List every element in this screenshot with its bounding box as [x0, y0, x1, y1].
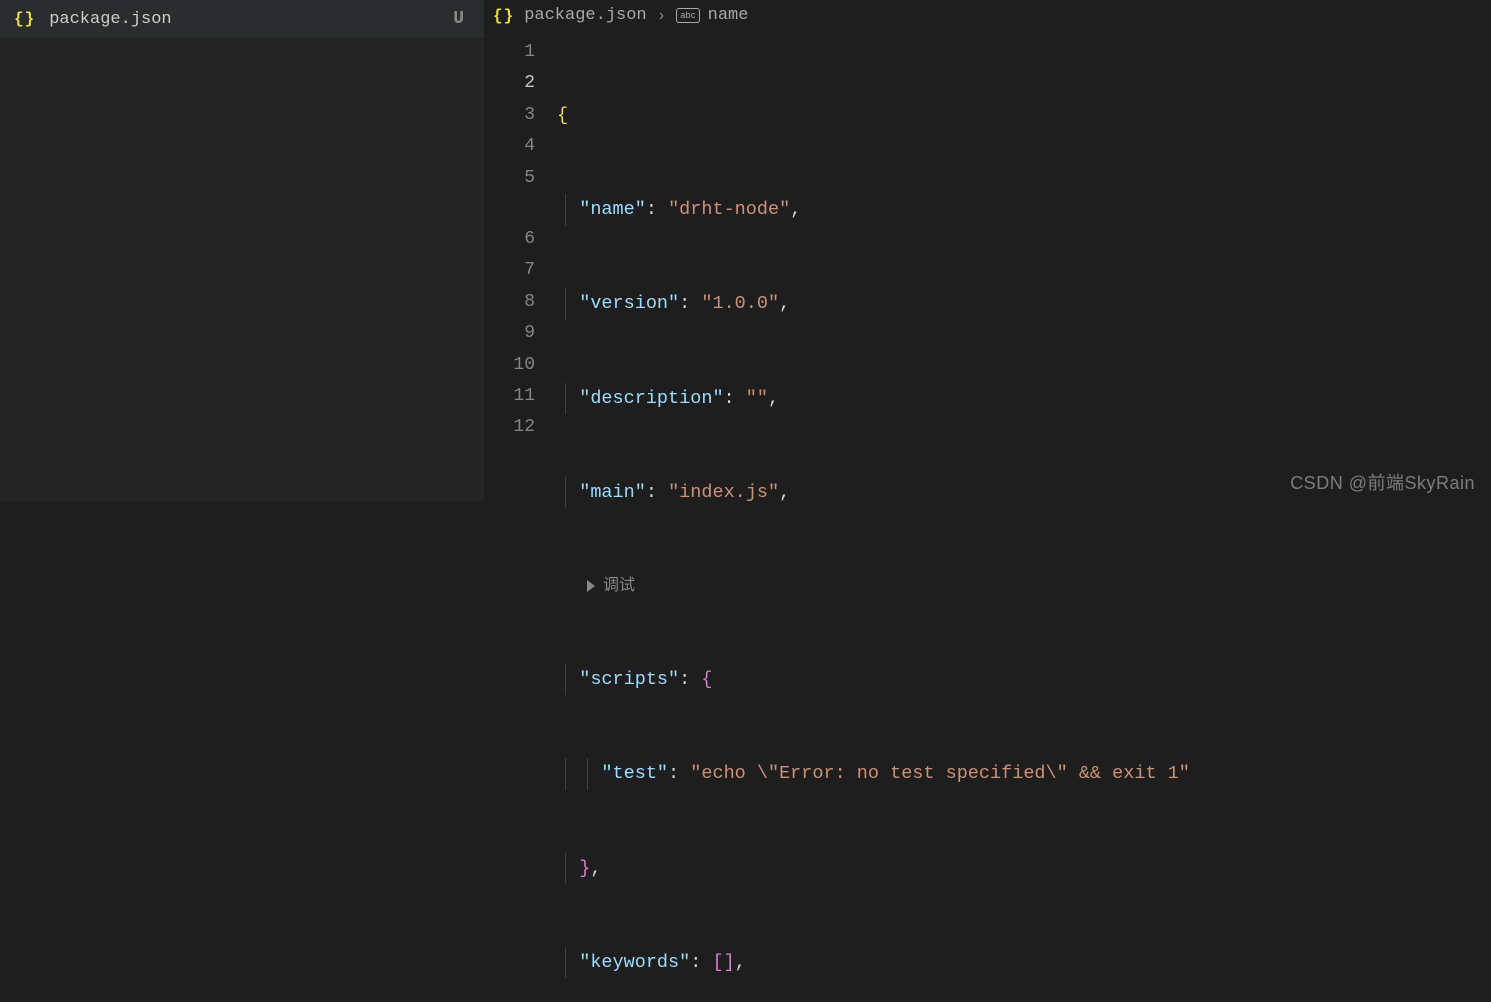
codelens-debug[interactable]: 调试: [557, 571, 1491, 601]
line-number: 5: [485, 163, 535, 194]
code-line[interactable]: "main": "index.js",: [557, 477, 1491, 508]
open-editor-file[interactable]: {} package.json U: [0, 0, 484, 38]
codelens-label: 调试: [603, 571, 635, 601]
line-number-gutter: 1 2 3 4 5 6 7 8 9 10 11 12: [485, 37, 557, 1002]
code-line[interactable]: "test": "echo \"Error: no test specified…: [557, 758, 1491, 789]
file-name: package.json: [49, 10, 453, 29]
code-line[interactable]: "keywords": [],: [557, 947, 1491, 978]
git-status-badge: U: [453, 9, 470, 29]
play-icon: [587, 580, 595, 592]
code-line[interactable]: "version": "1.0.0",: [557, 288, 1491, 319]
chevron-right-icon: ›: [657, 7, 667, 25]
code-line[interactable]: "name": "drht-node",: [557, 194, 1491, 225]
line-number: 11: [485, 381, 535, 412]
json-file-icon: {}: [14, 10, 35, 28]
line-number: 2: [485, 68, 535, 99]
code-line[interactable]: "description": "",: [557, 383, 1491, 414]
code-content[interactable]: { "name": "drht-node", "version": "1.0.0…: [557, 37, 1491, 1002]
line-number: 9: [485, 318, 535, 349]
line-number: 8: [485, 287, 535, 318]
code-editor[interactable]: 1 2 3 4 5 6 7 8 9 10 11 12 { "name": "dr…: [485, 31, 1491, 1002]
breadcrumb-file[interactable]: package.json: [524, 6, 646, 25]
breadcrumb-symbol[interactable]: name: [708, 6, 749, 25]
line-number: 10: [485, 350, 535, 381]
file-explorer-sidebar: {} package.json U: [0, 0, 485, 501]
line-number: 7: [485, 255, 535, 286]
line-number: 12: [485, 412, 535, 443]
line-number: 3: [485, 100, 535, 131]
line-number: 4: [485, 131, 535, 162]
line-number: 1: [485, 37, 535, 68]
breadcrumb[interactable]: {} package.json › abc name: [485, 0, 1491, 31]
editor-panel: {} package.json › abc name 1 2 3 4 5 6 7…: [485, 0, 1491, 501]
code-line[interactable]: {: [557, 100, 1491, 131]
json-file-icon: {}: [493, 7, 514, 25]
symbol-string-icon: abc: [676, 8, 699, 23]
code-line[interactable]: "scripts": {: [557, 664, 1491, 695]
code-line[interactable]: },: [557, 853, 1491, 884]
line-number: 6: [485, 224, 535, 255]
